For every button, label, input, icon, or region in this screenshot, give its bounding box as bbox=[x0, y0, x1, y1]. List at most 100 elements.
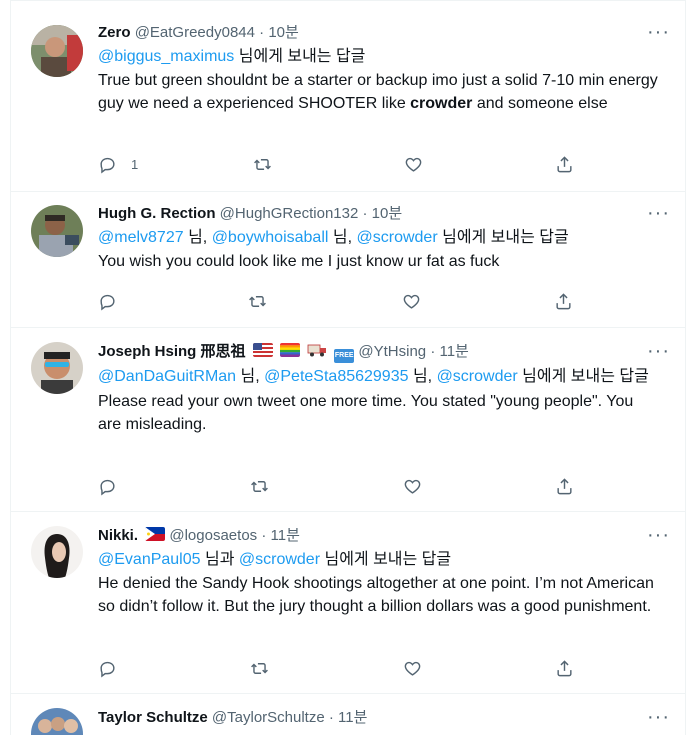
mention-link[interactable]: @PeteSta85629935 bbox=[264, 368, 408, 385]
share-button[interactable] bbox=[555, 476, 574, 496]
avatar[interactable] bbox=[31, 708, 83, 735]
reply-context: @biggus_maximus 님에게 보내는 답글 bbox=[98, 46, 658, 68]
reply-context-label: 님에게 보내는 답글 bbox=[238, 48, 366, 65]
tweet-header: Taylor Schultze @TaylorSchultze · 11분 bbox=[98, 708, 658, 728]
truck-icon bbox=[307, 344, 327, 357]
reply-icon bbox=[100, 479, 115, 495]
reply-context-separator: 님, bbox=[328, 229, 357, 246]
tweet[interactable]: Nikki. @logosaetos · 11분 @EvanPaul05 님과 … bbox=[11, 512, 685, 694]
separator-dot: · bbox=[362, 205, 368, 222]
display-name[interactable]: Hugh G. Rection bbox=[98, 205, 216, 222]
more-icon[interactable]: ··· bbox=[647, 341, 669, 362]
mention-link[interactable]: @scrowder bbox=[437, 368, 518, 385]
tweet-header: Hugh G. Rection @HughGRection132 · 10분 bbox=[98, 204, 658, 224]
retweet-button[interactable] bbox=[250, 658, 269, 678]
reply-button[interactable] bbox=[98, 658, 117, 678]
timestamp[interactable]: 11분 bbox=[439, 343, 468, 360]
user-handle[interactable]: @YtHsing bbox=[358, 343, 426, 360]
mention-link[interactable]: @melv8727 bbox=[98, 229, 184, 246]
avatar[interactable] bbox=[31, 25, 83, 77]
reply-context-separator: 님, bbox=[408, 368, 437, 385]
reply-button[interactable] bbox=[98, 291, 117, 311]
share-icon bbox=[557, 477, 572, 494]
separator-dot: · bbox=[328, 709, 334, 726]
timestamp[interactable]: 11분 bbox=[271, 527, 300, 544]
display-name[interactable]: Zero bbox=[98, 24, 131, 41]
more-icon[interactable]: ··· bbox=[647, 707, 669, 728]
tweet-text-bold: crowder bbox=[410, 94, 473, 112]
timestamp[interactable]: 11분 bbox=[338, 709, 367, 726]
mention-link[interactable]: @biggus_maximus bbox=[98, 48, 234, 65]
reply-count: 1 bbox=[131, 156, 139, 172]
avatar[interactable] bbox=[31, 342, 83, 394]
tweet-actions: 1 bbox=[98, 154, 598, 178]
reply-context: @DanDaGuitRMan 님, @PeteSta85629935 님, @s… bbox=[98, 366, 658, 388]
tweet[interactable]: Hugh G. Rection @HughGRection132 · 10분 @… bbox=[11, 191, 685, 328]
name-emoji-flags: FREE bbox=[250, 343, 359, 363]
more-icon[interactable]: ··· bbox=[647, 525, 669, 546]
reply-button[interactable]: 1 bbox=[98, 154, 138, 174]
display-name[interactable]: Nikki. bbox=[98, 527, 138, 544]
tweet[interactable]: Zero @EatGreedy0844 · 10분 @biggus_maximu… bbox=[11, 0, 685, 192]
reply-context: @EvanPaul05 님과 @scrowder 님에게 보내는 답글 bbox=[98, 549, 658, 571]
heart-icon bbox=[405, 157, 422, 172]
reply-icon bbox=[100, 294, 115, 310]
retweet-button[interactable] bbox=[248, 291, 267, 311]
share-button[interactable] bbox=[554, 291, 573, 311]
reply-icon bbox=[100, 157, 115, 173]
separator-dot: · bbox=[259, 24, 265, 41]
separator-dot: · bbox=[261, 527, 267, 544]
separator-dot: · bbox=[430, 343, 436, 360]
retweet-button[interactable] bbox=[250, 476, 269, 496]
share-icon bbox=[557, 155, 572, 172]
reply-context-separator: 님, bbox=[236, 368, 265, 385]
mention-link[interactable]: @scrowder bbox=[357, 229, 438, 246]
us-flag-icon bbox=[252, 343, 273, 357]
share-icon bbox=[557, 659, 572, 676]
tweet[interactable]: Taylor Schultze @TaylorSchultze · 11분 ··… bbox=[11, 694, 685, 735]
tweet-actions bbox=[98, 291, 598, 315]
more-icon[interactable]: ··· bbox=[647, 22, 669, 43]
mention-link[interactable]: @scrowder bbox=[239, 551, 320, 568]
like-button[interactable] bbox=[403, 658, 422, 678]
tweet-header: Nikki. @logosaetos · 11분 bbox=[98, 526, 658, 546]
timestamp[interactable]: 10분 bbox=[372, 205, 403, 222]
mention-link[interactable]: @boywhoisaball bbox=[212, 229, 329, 246]
user-handle[interactable]: @HughGRection132 bbox=[220, 205, 359, 222]
tweet-text: He denied the Sandy Hook shootings altog… bbox=[98, 575, 654, 615]
retweet-icon bbox=[254, 158, 271, 170]
rainbow-flag-icon bbox=[279, 343, 300, 357]
mention-link[interactable]: @DanDaGuitRMan bbox=[98, 368, 236, 385]
heart-icon bbox=[403, 294, 420, 309]
retweet-icon bbox=[251, 662, 268, 674]
reply-context-separator: 님과 bbox=[200, 551, 239, 568]
reply-icon bbox=[100, 661, 115, 677]
reply-context-label: 님에게 보내는 답글 bbox=[517, 368, 649, 385]
avatar[interactable] bbox=[31, 526, 83, 578]
display-name[interactable]: Joseph Hsing 邢思祖 bbox=[98, 343, 246, 360]
like-button[interactable] bbox=[403, 476, 422, 496]
tweet-text: Please read your own tweet one more time… bbox=[98, 393, 634, 433]
philippines-flag-icon bbox=[145, 527, 166, 541]
like-button[interactable] bbox=[404, 154, 423, 174]
mention-link[interactable]: @EvanPaul05 bbox=[98, 551, 201, 568]
avatar[interactable] bbox=[31, 205, 83, 257]
tweet-actions bbox=[98, 476, 598, 500]
tweet-actions bbox=[98, 658, 598, 682]
timestamp[interactable]: 10분 bbox=[268, 24, 299, 41]
like-button[interactable] bbox=[402, 291, 421, 311]
display-name[interactable]: Taylor Schultze bbox=[98, 709, 208, 726]
user-handle[interactable]: @logosaetos bbox=[169, 527, 257, 544]
tweet[interactable]: Joseph Hsing 邢思祖 FREE @YtHsing · 11분 @Da… bbox=[11, 328, 685, 512]
reply-button[interactable] bbox=[98, 476, 117, 496]
retweet-button[interactable] bbox=[253, 154, 272, 174]
user-handle[interactable]: @TaylorSchultze bbox=[212, 709, 325, 726]
more-icon[interactable]: ··· bbox=[647, 203, 669, 224]
share-button[interactable] bbox=[555, 658, 574, 678]
tweet-text: True but green shouldnt be a starter or … bbox=[98, 70, 658, 115]
share-icon bbox=[556, 292, 571, 309]
heart-icon bbox=[404, 479, 421, 494]
user-handle[interactable]: @EatGreedy0844 bbox=[135, 24, 255, 41]
share-button[interactable] bbox=[555, 154, 574, 174]
reply-feed: Zero @EatGreedy0844 · 10분 @biggus_maximu… bbox=[10, 0, 686, 735]
